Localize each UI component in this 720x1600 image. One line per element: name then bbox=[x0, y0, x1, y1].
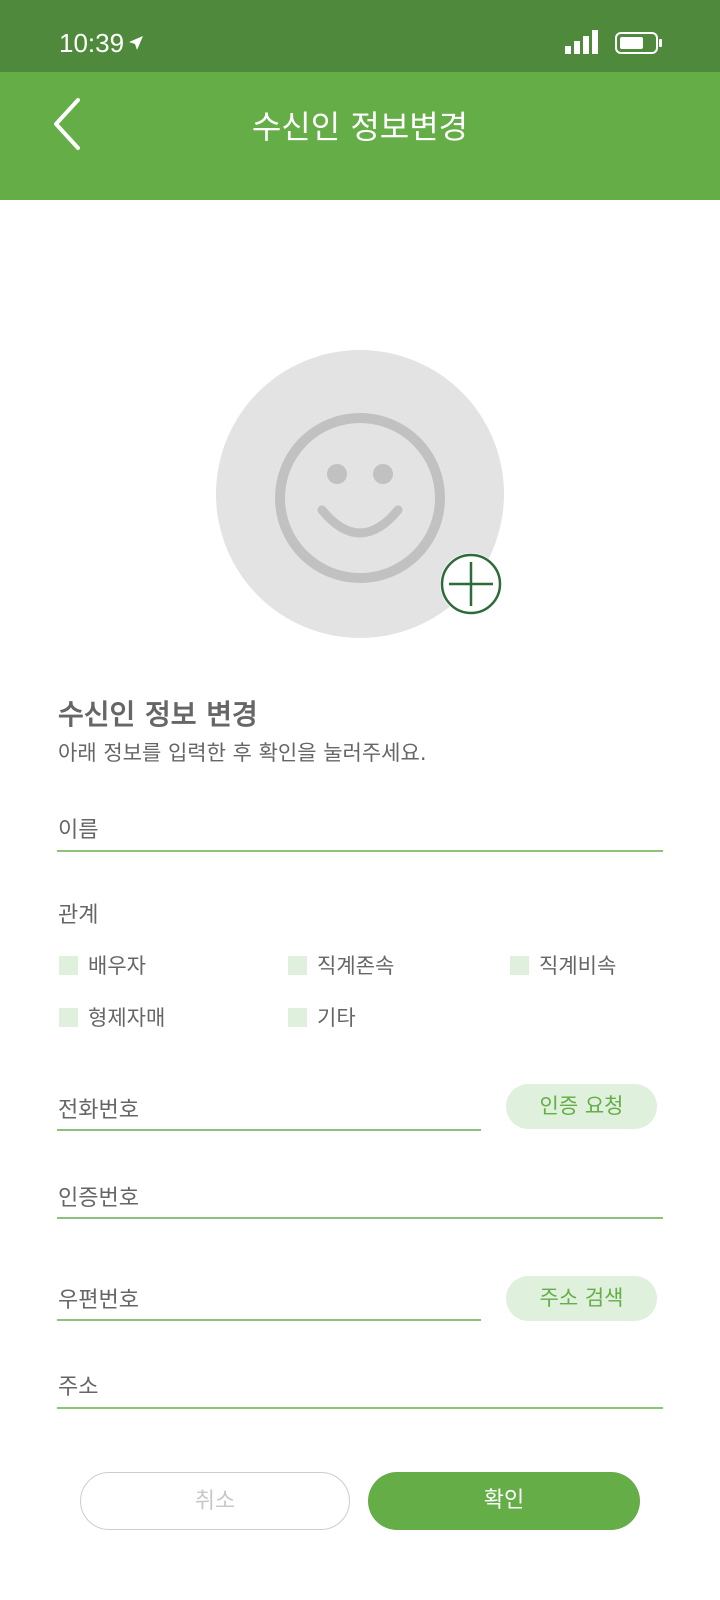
name-field[interactable]: 이름 bbox=[58, 812, 98, 844]
signal-icon bbox=[565, 30, 598, 54]
checkbox-spouse[interactable]: 배우자 bbox=[59, 950, 146, 980]
battery-icon bbox=[615, 32, 662, 54]
cancel-button[interactable]: 취소 bbox=[80, 1472, 350, 1530]
add-circle-icon bbox=[440, 553, 502, 615]
add-photo-button[interactable] bbox=[440, 553, 502, 615]
checkbox-box[interactable] bbox=[59, 1007, 78, 1027]
checkbox-other[interactable]: 기타 bbox=[288, 1002, 356, 1032]
page-title: 수신인 정보변경 bbox=[251, 108, 469, 146]
name-underline bbox=[57, 850, 663, 852]
checkbox-box[interactable] bbox=[288, 1007, 307, 1027]
checkbox-box[interactable] bbox=[510, 955, 529, 975]
checkbox-label: 직계존속 bbox=[317, 954, 395, 978]
relation-label: 관계 bbox=[58, 903, 99, 928]
checkbox-ascendant[interactable]: 직계존속 bbox=[288, 950, 394, 980]
smile-icon bbox=[275, 413, 445, 583]
checkbox-label: 직계비속 bbox=[539, 954, 617, 978]
status-time: 10:39 bbox=[59, 28, 125, 58]
phone-field[interactable]: 전화번호 bbox=[58, 1092, 139, 1124]
postal-code-field[interactable]: 우편번호 bbox=[58, 1282, 139, 1314]
section-subtitle: 아래 정보를 입력한 후 확인을 눌러주세요. bbox=[58, 741, 427, 765]
location-arrow-icon bbox=[129, 36, 143, 50]
search-address-button[interactable]: 주소 검색 bbox=[506, 1276, 657, 1321]
app-bar: 수신인 정보변경 bbox=[0, 72, 720, 200]
phone-underline bbox=[57, 1129, 481, 1131]
address-underline bbox=[57, 1407, 663, 1409]
checkbox-sibling[interactable]: 형제자매 bbox=[59, 1002, 165, 1032]
checkbox-box[interactable] bbox=[288, 955, 307, 975]
checkbox-box[interactable] bbox=[59, 955, 78, 975]
auth-code-field[interactable]: 인증번호 bbox=[58, 1180, 139, 1212]
confirm-button[interactable]: 확인 bbox=[368, 1472, 640, 1530]
address-field[interactable]: 주소 bbox=[58, 1369, 98, 1401]
checkbox-label: 기타 bbox=[317, 1006, 356, 1030]
request-auth-button[interactable]: 인증 요청 bbox=[506, 1084, 657, 1129]
auth-code-underline bbox=[57, 1217, 663, 1219]
section-title: 수신인 정보 변경 bbox=[58, 698, 258, 731]
checkbox-descendant[interactable]: 직계비속 bbox=[510, 950, 616, 980]
status-bar: 10:39 bbox=[0, 0, 720, 72]
checkbox-label: 형제자매 bbox=[88, 1006, 166, 1030]
postal-underline bbox=[57, 1319, 481, 1321]
checkbox-label: 배우자 bbox=[88, 954, 146, 978]
